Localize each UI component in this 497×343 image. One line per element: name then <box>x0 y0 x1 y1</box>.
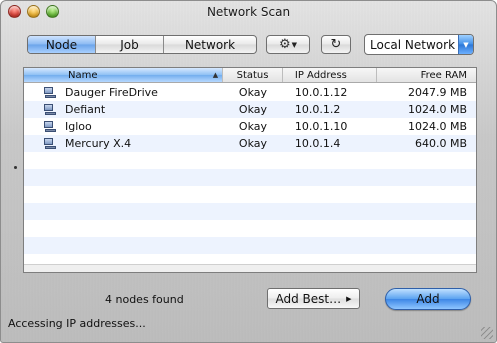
popup-arrow-icon[interactable]: ▼ <box>458 35 473 54</box>
network-popup-value: Local Network <box>370 37 456 52</box>
node-name: Mercury X.4 <box>65 137 132 150</box>
node-status: Okay <box>238 137 268 150</box>
computer-icon <box>44 104 56 115</box>
node-ip: 10.0.1.2 <box>294 103 341 116</box>
splitter-dot[interactable] <box>14 166 17 169</box>
empty-row <box>24 186 476 203</box>
table-header: Name ▲ Status IP Address Free RAM <box>24 68 476 83</box>
empty-row <box>24 169 476 186</box>
refresh-button[interactable]: ↻ <box>321 35 351 54</box>
node-ram: 1024.0 MB <box>407 120 467 133</box>
segment-node[interactable]: Node <box>28 36 96 53</box>
view-segmented-control: Node Job Network <box>27 35 257 54</box>
column-header-status[interactable]: Status <box>223 68 283 82</box>
column-header-ram[interactable]: Free RAM <box>377 68 476 82</box>
node-ram: 2047.9 MB <box>407 86 467 99</box>
empty-row <box>24 237 476 254</box>
computer-icon <box>44 138 56 149</box>
node-name: Dauger FireDrive <box>65 86 158 99</box>
sort-ascending-icon: ▲ <box>212 71 219 79</box>
segment-network[interactable]: Network <box>164 36 256 53</box>
resize-grip-icon[interactable] <box>481 327 493 339</box>
network-scan-window: Network Scan Node Job Network ⚙ ▼ ↻ Local… <box>0 0 497 343</box>
node-status: Okay <box>238 120 268 133</box>
add-best-label: Add Best… <box>275 291 342 306</box>
node-ram: 640.0 MB <box>414 137 467 150</box>
node-name: Defiant <box>65 103 106 116</box>
action-menu-button[interactable]: ⚙ ▼ <box>266 35 310 54</box>
gear-icon: ⚙ <box>278 37 291 52</box>
window-title: Network Scan <box>206 5 291 19</box>
computer-icon <box>44 121 56 132</box>
node-ip: 10.0.1.10 <box>294 120 348 133</box>
node-status: Okay <box>238 103 268 116</box>
node-count-label: 4 nodes found <box>105 293 184 306</box>
node-ram: 1024.0 MB <box>407 103 467 116</box>
node-ip: 10.0.1.12 <box>294 86 348 99</box>
network-popup[interactable]: Local Network ▼ <box>364 34 474 55</box>
node-status: Okay <box>238 86 268 99</box>
column-header-name[interactable]: Name ▲ <box>24 68 224 82</box>
table-row[interactable]: Igloo Okay 10.0.1.10 1024.0 MB <box>24 118 476 135</box>
horizontal-scrollbar[interactable] <box>24 264 476 272</box>
table-row[interactable]: Defiant Okay 10.0.1.2 1024.0 MB <box>24 101 476 118</box>
chevron-right-icon: ▶ <box>346 294 352 303</box>
column-header-ip[interactable]: IP Address <box>283 68 378 82</box>
add-best-button[interactable]: Add Best… ▶ <box>267 288 360 309</box>
chevron-down-icon: ▼ <box>291 40 298 49</box>
segment-job[interactable]: Job <box>96 36 164 53</box>
empty-row <box>24 203 476 220</box>
table-row[interactable]: Dauger FireDrive Okay 10.0.1.12 2047.9 M… <box>24 84 476 101</box>
status-message: Accessing IP addresses... <box>8 317 146 330</box>
computer-icon <box>44 87 56 98</box>
refresh-icon: ↻ <box>330 37 342 52</box>
add-button[interactable]: Add <box>385 288 471 310</box>
table-body: Dauger FireDrive Okay 10.0.1.12 2047.9 M… <box>24 84 476 271</box>
node-ip: 10.0.1.4 <box>294 137 341 150</box>
node-name: Igloo <box>65 120 92 133</box>
empty-row <box>24 220 476 237</box>
nodes-table: Name ▲ Status IP Address Free RAM Dauger… <box>23 67 477 273</box>
empty-row <box>24 152 476 169</box>
title-bar[interactable]: Network Scan <box>1 1 496 23</box>
column-header-label: Name <box>68 69 98 81</box>
table-row[interactable]: Mercury X.4 Okay 10.0.1.4 640.0 MB <box>24 135 476 152</box>
